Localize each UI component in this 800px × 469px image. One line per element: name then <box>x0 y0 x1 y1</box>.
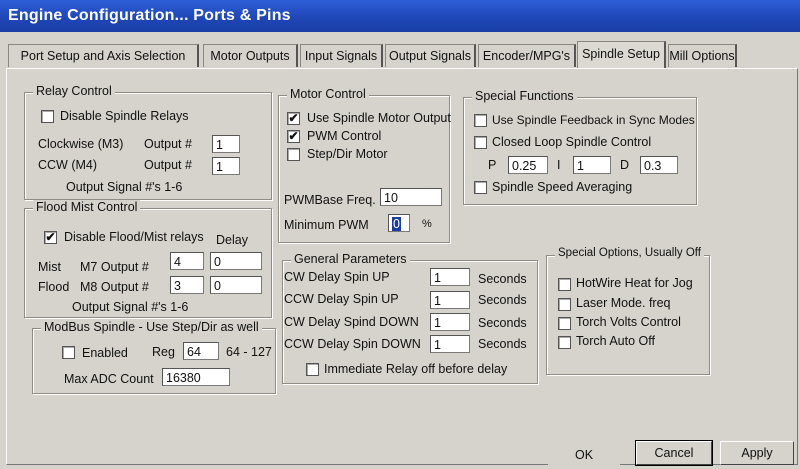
window-title: Engine Configuration... Ports & Pins <box>8 7 291 24</box>
p-label: P <box>488 158 497 172</box>
max-adc-label: Max ADC Count <box>64 372 154 386</box>
disable-spindle-relays-label: Disable Spindle Relays <box>60 109 189 123</box>
pwm-control-checkbox[interactable]: ✔ <box>287 130 300 143</box>
cw-spin-down-input[interactable]: 1 <box>430 313 470 331</box>
min-pwm-label: Minimum PWM <box>284 218 369 232</box>
modbus-reg-range: 64 - 127 <box>226 345 272 359</box>
cw-output-label: Output # <box>144 137 192 151</box>
flood-output-label: M8 Output # <box>80 280 149 294</box>
stepdir-motor-label: Step/Dir Motor <box>307 147 388 161</box>
tab-mill-options[interactable]: Mill Options <box>668 44 737 67</box>
hotwire-checkbox[interactable] <box>558 278 571 291</box>
cw-spin-up-input[interactable]: 1 <box>430 268 470 286</box>
flood-label: Flood <box>38 280 70 294</box>
mist-label: Mist <box>38 260 61 274</box>
tab-input-signals[interactable]: Input Signals <box>300 44 383 67</box>
tab-strip: Port Setup and Axis Selection Motor Outp… <box>0 40 800 70</box>
pwm-base-label: PWMBase Freq. <box>284 193 376 207</box>
ccw-output-label: Output # <box>144 158 192 172</box>
tab-output-signals[interactable]: Output Signals <box>385 44 476 67</box>
mist-output-label: M7 Output # <box>80 260 149 274</box>
torch-volts-checkbox[interactable] <box>558 317 571 330</box>
tab-motor-outputs[interactable]: Motor Outputs <box>203 44 298 67</box>
modbus-enabled-label: Enabled <box>82 346 128 360</box>
motor-control-title: Motor Control <box>287 87 369 101</box>
spindle-feedback-label: Use Spindle Feedback in Sync Modes <box>492 113 695 127</box>
delay-label: Delay <box>216 233 248 247</box>
laser-mode-label: Laser Mode. freq <box>576 296 671 310</box>
modbus-reg-label: Reg <box>152 345 175 359</box>
ccw-spin-down-unit: Seconds <box>478 337 527 351</box>
tab-port-setup[interactable]: Port Setup and Axis Selection <box>8 44 199 67</box>
ok-button[interactable]: OK <box>548 443 620 467</box>
use-spindle-output-label: Use Spindle Motor Output <box>307 111 451 125</box>
modbus-title: ModBus Spindle - Use Step/Dir as well <box>41 320 262 334</box>
ccw-spin-down-label: CCW Delay Spin DOWN <box>284 337 421 351</box>
tab-spindle-setup[interactable]: Spindle Setup <box>577 41 666 68</box>
immediate-relay-checkbox[interactable] <box>306 363 319 376</box>
min-pwm-unit: % <box>422 218 432 230</box>
apply-button[interactable]: Apply <box>720 441 794 465</box>
speed-averaging-checkbox[interactable] <box>474 181 487 194</box>
torch-auto-off-checkbox[interactable] <box>558 336 571 349</box>
disable-spindle-relays-checkbox[interactable] <box>41 110 54 123</box>
relay-signal-note: Output Signal #'s 1-6 <box>66 180 183 194</box>
pwm-control-label: PWM Control <box>307 129 382 143</box>
disable-flood-mist-checkbox[interactable]: ✔ <box>44 231 57 244</box>
cw-label: Clockwise (M3) <box>38 137 124 151</box>
hotwire-label: HotWire Heat for Jog <box>576 276 693 290</box>
speed-averaging-label: Spindle Speed Averaging <box>492 180 633 194</box>
mist-delay-input[interactable]: 0 <box>210 252 262 270</box>
special-options-title: Special Options, Usually Off <box>555 247 704 259</box>
flood-mist-title: Flood Mist Control <box>33 200 141 214</box>
max-adc-input[interactable]: 16380 <box>162 368 230 386</box>
min-pwm-value: 0 <box>392 217 401 231</box>
min-pwm-input[interactable]: 0 <box>388 214 410 232</box>
d-label: D <box>620 158 630 172</box>
laser-mode-checkbox[interactable] <box>558 298 571 311</box>
ccw-output-input[interactable]: 1 <box>212 157 240 175</box>
ccw-spin-up-label: CCW Delay Spin UP <box>284 292 399 306</box>
modbus-reg-input[interactable]: 64 <box>183 342 219 360</box>
general-params-title: General Parameters <box>291 252 410 266</box>
flood-signal-note: Output Signal #'s 1-6 <box>72 300 189 314</box>
relay-control-title: Relay Control <box>33 84 115 98</box>
immediate-relay-label: Immediate Relay off before delay <box>324 362 508 376</box>
i-label: I <box>557 158 561 172</box>
cw-output-input[interactable]: 1 <box>212 135 240 153</box>
cw-spin-down-label: CW Delay Spind DOWN <box>284 315 419 329</box>
flood-output-input[interactable]: 3 <box>170 276 204 294</box>
use-spindle-output-checkbox[interactable]: ✔ <box>287 112 300 125</box>
cw-spin-down-unit: Seconds <box>478 316 527 330</box>
ccw-label: CCW (M4) <box>38 158 98 172</box>
ccw-spin-up-input[interactable]: 1 <box>430 291 470 309</box>
closed-loop-checkbox[interactable] <box>474 136 487 149</box>
tab-encoder-mpg[interactable]: Encoder/MPG's <box>478 44 576 67</box>
stepdir-motor-checkbox[interactable] <box>287 148 300 161</box>
pwm-base-input[interactable]: 10 <box>380 188 442 206</box>
mist-output-input[interactable]: 4 <box>170 252 204 270</box>
cancel-button[interactable]: Cancel <box>635 440 713 466</box>
i-input[interactable]: 1 <box>573 156 611 174</box>
ccw-spin-up-unit: Seconds <box>478 293 527 307</box>
closed-loop-label: Closed Loop Spindle Control <box>492 135 652 149</box>
torch-auto-off-label: Torch Auto Off <box>576 334 655 348</box>
spindle-feedback-checkbox[interactable] <box>474 114 487 127</box>
disable-flood-mist-label: Disable Flood/Mist relays <box>64 230 204 244</box>
cw-spin-up-label: CW Delay Spin UP <box>284 270 390 284</box>
flood-delay-input[interactable]: 0 <box>210 276 262 294</box>
modbus-enabled-checkbox[interactable] <box>62 346 75 359</box>
title-bar: Engine Configuration... Ports & Pins <box>0 0 800 32</box>
d-input[interactable]: 0.3 <box>640 156 678 174</box>
torch-volts-label: Torch Volts Control <box>576 315 681 329</box>
cw-spin-up-unit: Seconds <box>478 272 527 286</box>
p-input[interactable]: 0.25 <box>508 156 548 174</box>
ccw-spin-down-input[interactable]: 1 <box>430 335 470 353</box>
special-functions-title: Special Functions <box>472 89 577 103</box>
